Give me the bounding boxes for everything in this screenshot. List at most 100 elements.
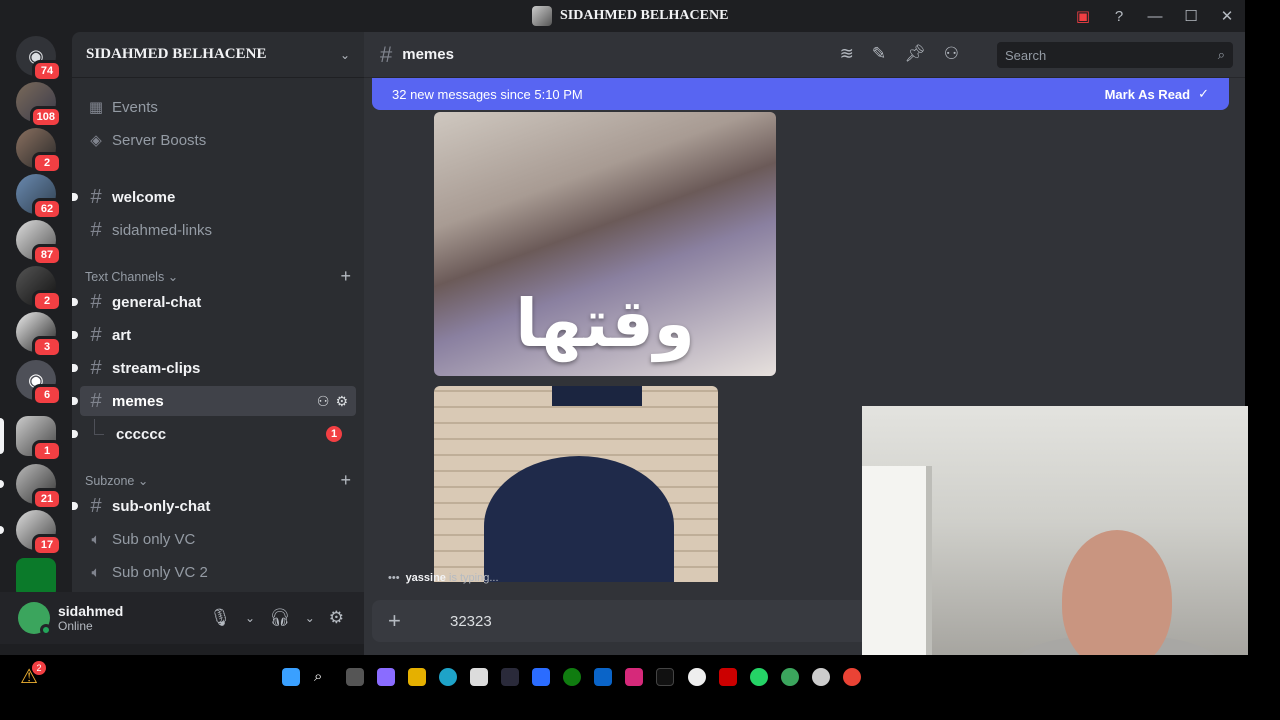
app-icon[interactable]: [719, 668, 737, 686]
store-icon[interactable]: [470, 668, 488, 686]
guild-icon[interactable]: 2: [16, 128, 62, 174]
minimize-button[interactable]: —: [1137, 0, 1173, 32]
maximize-button[interactable]: ☐: [1173, 0, 1209, 32]
app-icon[interactable]: [532, 668, 550, 686]
channel-sub-only-chat[interactable]: # sub-only-chat: [72, 491, 356, 521]
tiktok-icon[interactable]: [656, 668, 674, 686]
guild-icon[interactable]: 17: [16, 510, 62, 556]
attach-plus-icon[interactable]: +: [388, 608, 412, 634]
app-icon[interactable]: [501, 668, 519, 686]
server-name: SIDAHMED BELHACENE: [86, 46, 267, 62]
channel-general-chat[interactable]: # general-chat: [72, 287, 356, 317]
gear-icon[interactable]: ⚙: [335, 393, 348, 410]
events-item[interactable]: ▦ Events: [80, 92, 356, 122]
guild-icon[interactable]: 21: [16, 464, 62, 510]
server-boosts-item[interactable]: ◈ Server Boosts: [80, 125, 356, 155]
mark-as-read-button[interactable]: Mark As Read ✓: [1105, 86, 1209, 102]
mark-as-read-label: Mark As Read: [1104, 86, 1191, 102]
help-icon[interactable]: ?: [1101, 0, 1137, 32]
category-subzone[interactable]: Subzone ⌄ +: [85, 470, 355, 491]
notifications-muted-icon[interactable]: ✎: [872, 44, 886, 64]
warning-badge: 2: [32, 661, 46, 675]
guild-badge: 3: [32, 336, 62, 358]
task-view-icon[interactable]: [346, 668, 364, 686]
file-explorer-icon[interactable]: [408, 668, 426, 686]
status-indicator: [40, 624, 52, 636]
guild-icon-selected[interactable]: 1: [16, 416, 62, 462]
unread-pill: [0, 526, 4, 534]
search-input[interactable]: Search ⌕: [997, 42, 1233, 68]
chevron-down-icon[interactable]: ⌄: [305, 611, 315, 625]
server-avatar: [532, 6, 552, 26]
chatgpt-icon[interactable]: [688, 668, 706, 686]
guild-icon[interactable]: 3: [16, 312, 62, 358]
guild-badge: 108: [29, 106, 62, 128]
guild-icon[interactable]: 62: [16, 174, 62, 220]
edge-icon[interactable]: [439, 668, 457, 686]
channel-label: Sub only VC 2: [112, 563, 208, 581]
server-header[interactable]: SIDAHMED BELHACENE ⌄: [72, 32, 364, 78]
user-status: Online: [58, 619, 93, 633]
xbox-icon[interactable]: [563, 668, 581, 686]
app-icon[interactable]: [781, 668, 799, 686]
guild-icon[interactable]: ◉ 6: [16, 360, 62, 406]
microphone-icon[interactable]: 🎙︎: [209, 608, 231, 628]
channel-art[interactable]: # art: [72, 320, 356, 350]
hash-icon: #: [90, 218, 102, 241]
unread-dot: [72, 397, 78, 405]
message-image-graduation[interactable]: [434, 386, 718, 582]
obs-icon[interactable]: [812, 668, 830, 686]
chevron-down-icon[interactable]: ⌄: [245, 611, 255, 625]
title-bar: SIDAHMED BELHACENE ▣ ? — ☐ ✕: [0, 0, 1245, 32]
avatar[interactable]: [18, 602, 52, 636]
discord-home-icon[interactable]: ◉ 74: [16, 36, 62, 82]
chrome-icon[interactable]: [843, 668, 861, 686]
members-icon[interactable]: ⚇: [944, 44, 959, 64]
new-messages-bar[interactable]: 32 new messages since 5:10 PM Mark As Re…: [372, 78, 1229, 110]
inbox-icon[interactable]: ▣: [1065, 0, 1101, 32]
channel-welcome[interactable]: # welcome: [72, 182, 356, 212]
channel-label: stream-clips: [112, 359, 201, 377]
image-caption: وقتها: [515, 285, 695, 362]
window-title-text: SIDAHMED BELHACENE: [560, 8, 729, 23]
pin-icon[interactable]: 📌︎: [904, 44, 926, 64]
unread-pill: [0, 480, 4, 488]
chevron-down-icon: ⌄: [137, 474, 149, 488]
guild-badge: 74: [32, 60, 62, 82]
server-list: ◉ 74 108 2 62 87 2 3 ◉ 6 1 21 17: [0, 32, 72, 598]
outlook-icon[interactable]: [594, 668, 612, 686]
close-button[interactable]: ✕: [1209, 0, 1245, 32]
message-input[interactable]: 32323: [450, 613, 492, 630]
thread-item[interactable]: cccccc 1: [72, 419, 356, 449]
invite-icon[interactable]: ⚇: [317, 393, 330, 410]
instagram-icon[interactable]: [625, 668, 643, 686]
start-icon[interactable]: [282, 668, 300, 686]
guild-badge: 87: [32, 244, 62, 266]
add-channel-icon[interactable]: +: [340, 266, 351, 287]
headphones-icon[interactable]: 🎧︎: [269, 608, 291, 628]
unread-dot: [72, 430, 78, 438]
whatsapp-icon[interactable]: [750, 668, 768, 686]
message-image-meme[interactable]: وقتها: [434, 112, 776, 376]
guild-icon[interactable]: 2: [16, 266, 62, 312]
unread-dot: [72, 193, 78, 201]
voice-channel-sub-only-vc-2[interactable]: 🔈︎ Sub only VC 2: [80, 557, 356, 587]
copilot-icon[interactable]: [377, 668, 395, 686]
hash-icon: #: [90, 356, 102, 379]
guild-icon[interactable]: 87: [16, 220, 62, 266]
channel-memes[interactable]: # memes ⚇ ⚙: [72, 386, 356, 416]
add-channel-icon[interactable]: +: [340, 470, 351, 491]
user-info[interactable]: sidahmed Online: [58, 603, 123, 633]
guild-badge: 6: [32, 384, 62, 406]
category-text-channels[interactable]: Text Channels ⌄ +: [85, 266, 355, 287]
graduation-cap: [552, 386, 642, 406]
search-icon[interactable]: ⌕: [314, 668, 332, 686]
guild-icon[interactable]: 108: [16, 82, 62, 128]
boosts-label: Server Boosts: [112, 131, 207, 149]
voice-channel-sub-only-vc[interactable]: 🔈︎ Sub only VC: [80, 524, 356, 554]
channel-stream-clips[interactable]: # stream-clips: [72, 353, 356, 383]
gear-icon[interactable]: ⚙: [329, 608, 344, 628]
channel-sidahmed-links[interactable]: # sidahmed-links: [80, 215, 356, 245]
threads-icon[interactable]: ≋: [840, 44, 854, 64]
category-label: Text Channels: [85, 270, 165, 284]
